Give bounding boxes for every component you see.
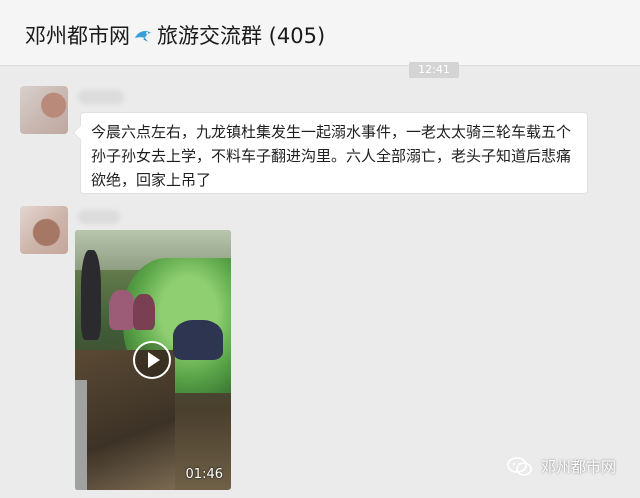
group-name: 邓州都市网 xyxy=(25,24,130,48)
play-triangle xyxy=(148,352,160,368)
wechat-icon xyxy=(507,456,532,476)
bubble-arrow xyxy=(72,124,89,141)
avatar[interactable] xyxy=(20,206,68,254)
sender-name-blurred xyxy=(78,210,120,224)
watermark-text: 邓州都市网 xyxy=(541,458,617,476)
video-thumbnail-figure xyxy=(133,294,155,330)
timestamp-badge: 12:41 xyxy=(409,62,459,78)
video-thumbnail-figure xyxy=(109,290,135,330)
avatar[interactable] xyxy=(20,86,68,134)
sender-name-blurred xyxy=(78,90,124,104)
chat-title[interactable]: 邓州都市网 旅游交流群 (405) xyxy=(25,20,325,50)
group-suffix: 旅游交流群 (405) xyxy=(157,24,326,48)
play-icon[interactable] xyxy=(133,341,171,379)
video-thumbnail-figure xyxy=(81,250,101,340)
message-bubble[interactable]: 今晨六点左右，九龙镇杜集发生一起溺水事件，一老太太骑三轮车载五个孙子孙女去上学，… xyxy=(72,112,588,194)
video-message[interactable]: 01:46 xyxy=(75,230,231,490)
video-thumbnail-figure xyxy=(173,320,223,360)
video-thumbnail-post xyxy=(75,380,87,490)
message-text: 今晨六点左右，九龙镇杜集发生一起溺水事件，一老太太骑三轮车载五个孙子孙女去上学，… xyxy=(91,123,572,189)
chat-header: 邓州都市网 旅游交流群 (405) xyxy=(0,0,640,66)
watermark: 邓州都市网 xyxy=(507,456,616,477)
video-duration: 01:46 xyxy=(185,467,223,482)
dolphin-emoji-icon xyxy=(135,30,151,42)
